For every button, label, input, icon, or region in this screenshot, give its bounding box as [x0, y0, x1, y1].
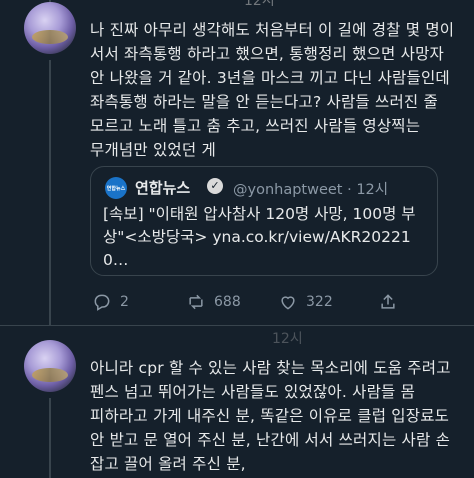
thread-line: [49, 398, 51, 478]
tweet-text: 나 진짜 아무리 생각해도 처음부터 이 길에 경찰 몇 명이 서서 좌측통행 …: [90, 21, 460, 159]
quoted-tweet-text: [속보] "이태원 압사참사 120명 사망, 100명 부상"<소방당국> y…: [103, 205, 416, 269]
share-icon: [381, 294, 395, 309]
avatar[interactable]: [24, 2, 76, 54]
like-count: 322: [306, 294, 333, 310]
quoted-tweet[interactable]: 연합뉴스 연합뉴스 ✓ @yonhaptweet · 12시 [속보] "이태원…: [90, 166, 438, 276]
avatar[interactable]: [24, 340, 76, 392]
heart-icon: [281, 296, 295, 310]
quoted-author-handle[interactable]: @yonhaptweet · 12시: [233, 178, 388, 199]
like-button[interactable]: 322: [278, 292, 333, 312]
tweet-time[interactable]: 12시: [244, 0, 275, 10]
retweet-count: 688: [214, 294, 241, 310]
reply-icon: [94, 294, 110, 311]
tweet-text: 아니라 cpr 할 수 있는 사람 찾는 목소리에 도움 주려고 펜스 넘고 뛰…: [90, 359, 456, 473]
retweet-icon: [189, 294, 203, 310]
reply-count: 2: [120, 294, 129, 310]
reply-button[interactable]: 2: [92, 292, 129, 312]
verified-badge-icon: ✓: [207, 178, 223, 194]
tweet-2[interactable]: 12시 아니라 cpr 할 수 있는 사람 찾는 목소리에 도움 주려고 펜스 …: [0, 326, 474, 478]
quoted-author-name[interactable]: 연합뉴스: [135, 177, 190, 198]
thread-line: [49, 60, 51, 325]
tweet-1[interactable]: 12시 나 진짜 아무리 생각해도 처음부터 이 길에 경찰 몇 명이 서서 좌…: [0, 0, 474, 325]
retweet-button[interactable]: 688: [186, 292, 241, 312]
tweet-time[interactable]: 12시: [272, 328, 303, 348]
share-button[interactable]: [378, 292, 398, 312]
yonhap-logo-icon: 연합뉴스: [105, 177, 127, 199]
